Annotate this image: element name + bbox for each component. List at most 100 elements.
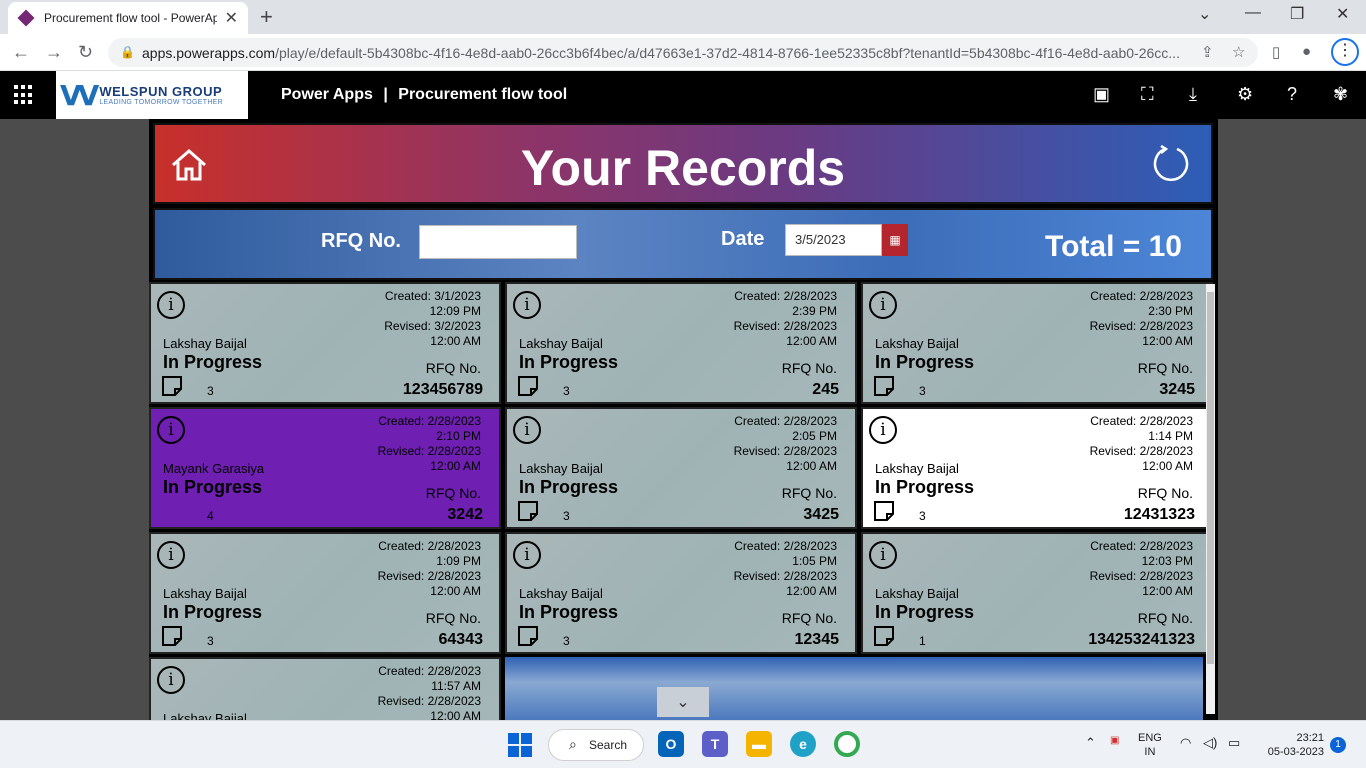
document-icon[interactable] <box>161 625 183 647</box>
gallery-scrollbar[interactable] <box>1206 284 1215 714</box>
edge-icon[interactable]: e <box>790 731 816 757</box>
tray-overflow-chevron-icon[interactable]: ⌃ <box>1085 735 1096 751</box>
language-indicator[interactable]: ENG IN <box>1138 731 1162 759</box>
status-text: In Progress <box>875 602 975 622</box>
revised-date: 3/2/2023 <box>434 319 481 333</box>
teams-icon[interactable]: ▣ <box>1093 84 1110 105</box>
created-date: 2/28/2023 <box>783 539 837 553</box>
browser-menu-icon[interactable]: ⋮ <box>1331 38 1359 66</box>
document-icon[interactable] <box>161 375 183 397</box>
created-date: 2/28/2023 <box>783 414 837 428</box>
system-clock[interactable]: 23:21 05-03-2023 <box>1258 731 1324 759</box>
wifi-icon[interactable]: ◠ <box>1180 735 1191 751</box>
app-launcher-icon[interactable] <box>14 85 34 105</box>
date-picker-input[interactable]: 3/5/2023 <box>785 224 882 256</box>
record-card[interactable]: i Created: 2/28/2023 2:30 PM Revised: 2/28/… <box>861 282 1213 404</box>
outlook-icon[interactable]: O <box>658 731 684 757</box>
total-count: Total = 10 <box>1045 230 1182 263</box>
info-icon[interactable]: i <box>157 541 185 569</box>
record-card[interactable]: i Created: 2/28/2023 12:03 PM Revised: 2/28… <box>861 532 1213 654</box>
status-text: In Progress <box>163 602 263 622</box>
info-icon[interactable]: i <box>157 291 185 319</box>
user-avatar-icon[interactable]: ✾ <box>1333 84 1348 105</box>
scroll-down-chevron-icon[interactable]: ⌄ <box>657 687 709 717</box>
document-icon[interactable] <box>873 500 895 522</box>
browser-tab[interactable]: Procurement flow tool - PowerAp ✕ <box>8 2 248 34</box>
document-icon[interactable] <box>873 375 895 397</box>
volume-icon[interactable]: ◁) <box>1203 735 1217 751</box>
document-icon[interactable] <box>517 375 539 397</box>
info-icon[interactable]: i <box>869 416 897 444</box>
chrome-icon[interactable] <box>834 731 860 757</box>
pdf-tray-icon[interactable]: ▣ <box>1110 735 1119 746</box>
battery-icon[interactable]: ▭ <box>1228 735 1240 751</box>
record-card[interactable]: i Created: 2/28/2023 1:05 PM Revised: 2/28/… <box>505 532 857 654</box>
close-window-button[interactable]: ✕ <box>1336 4 1349 24</box>
document-icon[interactable] <box>873 625 895 647</box>
profile-icon[interactable]: ● <box>1302 43 1311 60</box>
back-button[interactable]: ← <box>12 42 30 63</box>
document-icon[interactable] <box>517 625 539 647</box>
taskbar-search[interactable]: ⌕ Search <box>548 729 644 761</box>
powerapps-header: VV WELSPUN GROUP LEADING TOMORROW TOGETH… <box>0 71 1366 119</box>
help-icon[interactable]: ? <box>1287 84 1297 105</box>
info-icon[interactable]: i <box>513 416 541 444</box>
new-tab-button[interactable]: + <box>260 4 273 30</box>
file-explorer-icon[interactable]: ▬ <box>746 731 772 757</box>
revised-date: 2/28/2023 <box>783 569 837 583</box>
created-time: 12:09 PM <box>429 304 481 318</box>
download-icon[interactable]: ⤓ <box>1189 84 1197 105</box>
created-time: 1:09 PM <box>436 554 481 568</box>
revised-date: 2/28/2023 <box>427 444 481 458</box>
share-icon[interactable]: ⇪ <box>1201 43 1214 61</box>
status-text: In Progress <box>519 602 619 622</box>
revised-label: Revised: <box>384 319 431 333</box>
scrollbar-thumb[interactable] <box>1207 292 1214 664</box>
record-card[interactable]: i Created: 2/28/2023 11:57 AM Revised: 2/28… <box>149 657 501 720</box>
record-card[interactable]: i Created: 2/28/2023 2:10 PM Revised: 2/28/… <box>149 407 501 529</box>
logo-tagline: LEADING TOMORROW TOGETHER <box>99 99 224 106</box>
reload-button[interactable]: ↻ <box>78 42 93 63</box>
url-field[interactable]: 🔒 apps.powerapps.com/play/e/default-5b43… <box>108 38 1258 67</box>
gallery-background <box>505 657 1203 720</box>
record-card[interactable]: i Created: 2/28/2023 1:09 PM Revised: 2/28/… <box>149 532 501 654</box>
requester-name: Mayank Garasiya <box>163 461 265 476</box>
teams-taskbar-icon[interactable]: T <box>702 731 728 757</box>
record-card[interactable]: i Created: 2/28/2023 2:05 PM Revised: 2/28/… <box>505 407 857 529</box>
document-icon[interactable] <box>517 500 539 522</box>
side-panel-icon[interactable]: ▯ <box>1272 43 1280 61</box>
info-icon[interactable]: i <box>157 416 185 444</box>
refresh-icon[interactable] <box>1151 143 1191 183</box>
bookmark-star-icon[interactable]: ☆ <box>1232 43 1245 61</box>
calendar-icon[interactable]: ▦ <box>882 224 908 256</box>
notification-badge[interactable]: 1 <box>1330 737 1346 753</box>
record-dates: Created: 2/28/2023 2:30 PM Revised: 2/28/2… <box>1090 289 1193 349</box>
record-card[interactable]: i Created: 2/28/2023 1:14 PM Revised: 2/28/… <box>861 407 1213 529</box>
record-dates: Created: 2/28/2023 1:09 PM Revised: 2/28/2… <box>378 539 481 599</box>
info-icon[interactable]: i <box>513 541 541 569</box>
fullscreen-icon[interactable]: ⛶ <box>1141 84 1154 105</box>
revised-date: 2/28/2023 <box>427 694 481 708</box>
minimize-button[interactable]: — <box>1245 4 1261 22</box>
settings-gear-icon[interactable]: ⚙ <box>1237 84 1253 105</box>
date-label: Date <box>721 228 765 250</box>
info-icon[interactable]: i <box>513 291 541 319</box>
revised-label: Revised: <box>377 569 425 583</box>
forward-button[interactable]: → <box>45 42 63 63</box>
welspun-logo-mark-icon: VV <box>60 78 99 112</box>
created-date: 2/28/2023 <box>427 539 481 553</box>
record-card[interactable]: i Created: 2/28/2023 2:39 PM Revised: 2/28/… <box>505 282 857 404</box>
restore-button[interactable]: ❐ <box>1290 4 1304 24</box>
close-tab-icon[interactable]: ✕ <box>225 8 238 28</box>
attachment-count: 3 <box>919 509 926 523</box>
requester-name: Lakshay Baijal <box>519 461 603 476</box>
info-icon[interactable]: i <box>869 541 897 569</box>
tab-search-chevron-icon[interactable]: ⌄ <box>1198 4 1211 24</box>
url-path: /play/e/default-5b4308bc-4f16-4e8d-aab0-… <box>275 44 1180 61</box>
windows-start-icon[interactable] <box>508 733 532 757</box>
info-icon[interactable]: i <box>869 291 897 319</box>
rfq-search-input[interactable] <box>419 225 577 259</box>
record-card[interactable]: i Created: 3/1/2023 12:09 PM Revised: 3/2/2… <box>149 282 501 404</box>
created-label: Created: <box>1090 414 1137 428</box>
info-icon[interactable]: i <box>157 666 185 694</box>
